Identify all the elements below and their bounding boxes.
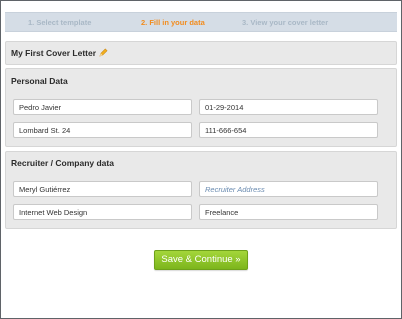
recruiter-data-panel: Recruiter / Company data	[5, 151, 397, 229]
personal-data-panel: Personal Data	[5, 68, 397, 147]
letter-title: My First Cover Letter	[11, 48, 108, 58]
letter-title-panel: My First Cover Letter	[5, 41, 397, 65]
recruiter-address-input[interactable]	[199, 181, 378, 197]
job-position-input[interactable]	[199, 204, 378, 220]
company-name-input[interactable]	[13, 204, 192, 220]
pencil-icon[interactable]	[99, 48, 108, 57]
personal-name-input[interactable]	[13, 99, 192, 115]
save-continue-button[interactable]: Save & Continue »	[154, 250, 248, 270]
recruiter-name-input[interactable]	[13, 181, 192, 197]
personal-data-title: Personal Data	[11, 76, 68, 86]
recruiter-data-title: Recruiter / Company data	[11, 158, 114, 168]
personal-address-input[interactable]	[13, 122, 192, 138]
personal-date-input[interactable]	[199, 99, 378, 115]
app-frame: 1. Select template 2. Fill in your data …	[0, 0, 402, 319]
step-fill-in-data[interactable]: 2. Fill in your data	[141, 18, 205, 27]
step-select-template[interactable]: 1. Select template	[28, 18, 91, 27]
personal-phone-input[interactable]	[199, 122, 378, 138]
letter-title-text: My First Cover Letter	[11, 48, 97, 58]
step-view-cover-letter[interactable]: 3. View your cover letter	[242, 18, 328, 27]
wizard-steps: 1. Select template 2. Fill in your data …	[5, 12, 397, 32]
